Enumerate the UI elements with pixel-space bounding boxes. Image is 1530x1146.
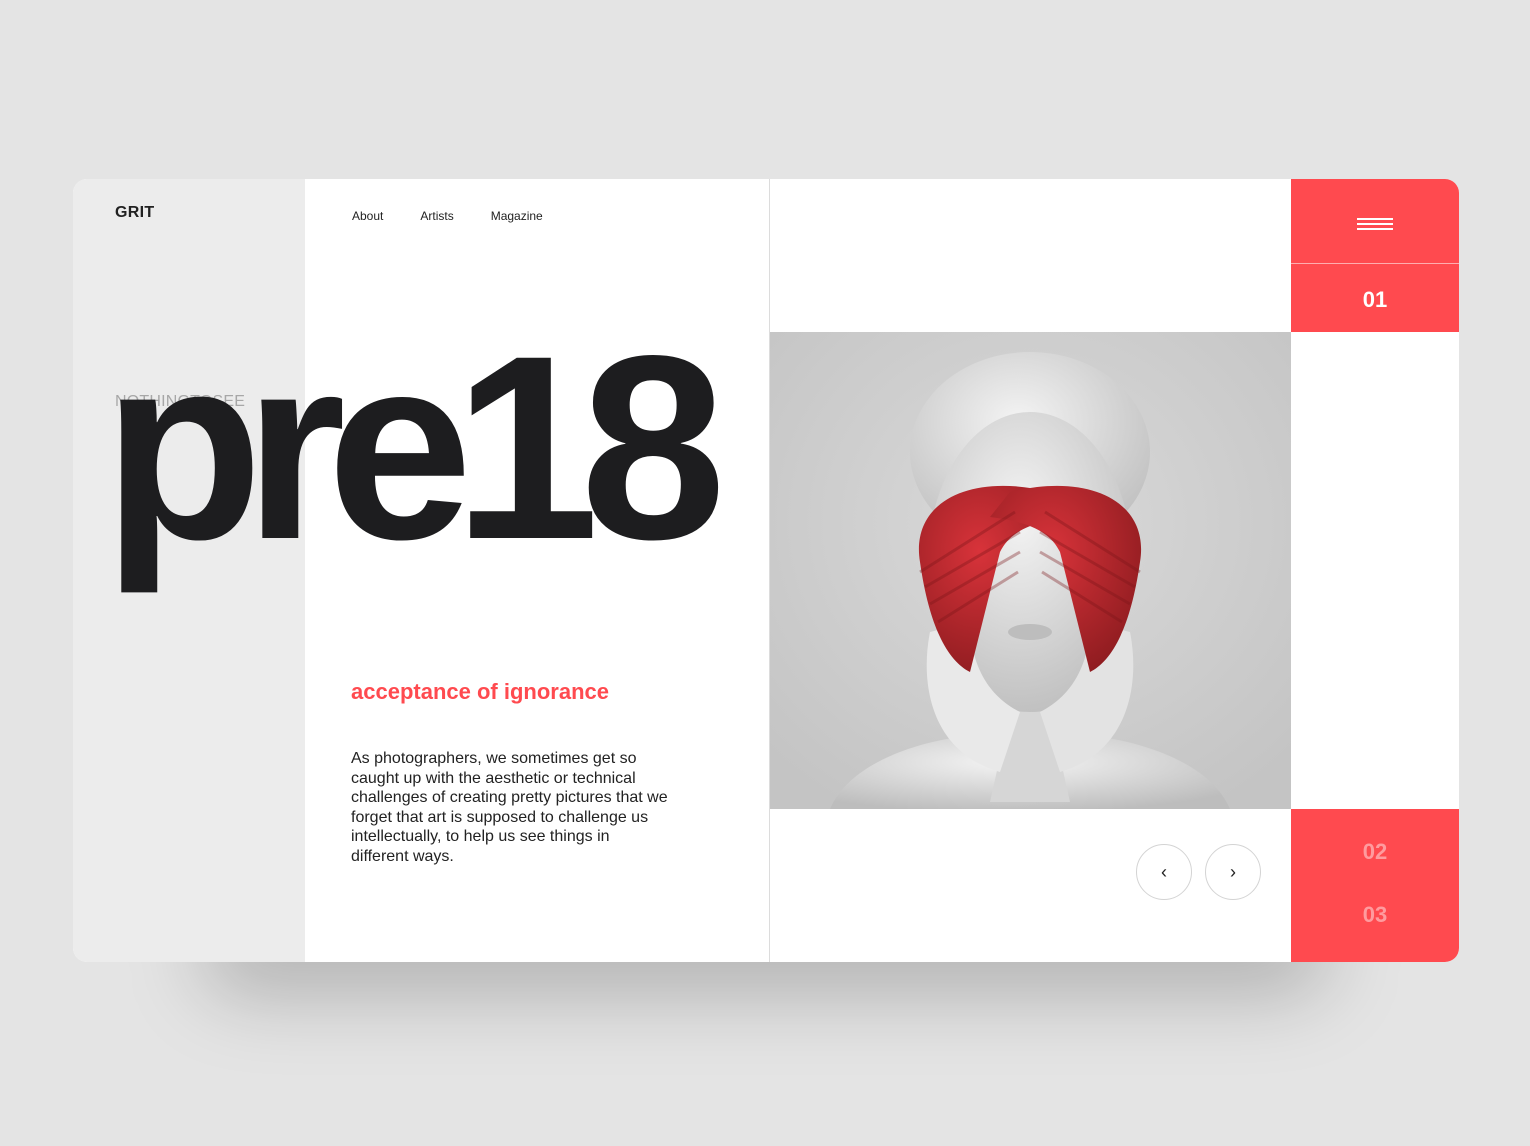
- hero-tagline: acceptance of ignorance: [351, 679, 609, 704]
- chevron-right-icon: ›: [1230, 861, 1236, 882]
- menu-icon[interactable]: [1355, 214, 1395, 234]
- slide-index-separator: [1291, 263, 1459, 264]
- slide-index-top: 01: [1291, 179, 1459, 332]
- next-slide-button[interactable]: ›: [1205, 844, 1261, 900]
- brand-logo[interactable]: GRIT: [115, 204, 154, 222]
- slide-number-current[interactable]: 01: [1291, 287, 1459, 313]
- hero-photo: [770, 332, 1291, 809]
- hero-title: pre18: [103, 301, 726, 594]
- slide-index-bottom: 02 03: [1291, 809, 1459, 962]
- hero-description: As photographers, we sometimes get so ca…: [351, 750, 668, 865]
- chevron-left-icon: ‹: [1161, 861, 1167, 882]
- nav-item-artists[interactable]: Artists: [420, 209, 453, 223]
- nav-item-magazine[interactable]: Magazine: [491, 209, 543, 223]
- nav-item-about[interactable]: About: [352, 209, 383, 223]
- prev-slide-button[interactable]: ‹: [1136, 844, 1192, 900]
- slide-number-03[interactable]: 03: [1291, 902, 1459, 928]
- main-nav: About Artists Magazine: [352, 209, 580, 223]
- slide-number-02[interactable]: 02: [1291, 839, 1459, 865]
- hero-photo-illustration: [770, 332, 1291, 809]
- site-card: GRIT About Artists Magazine NOTHINGTOSEE…: [73, 179, 1459, 962]
